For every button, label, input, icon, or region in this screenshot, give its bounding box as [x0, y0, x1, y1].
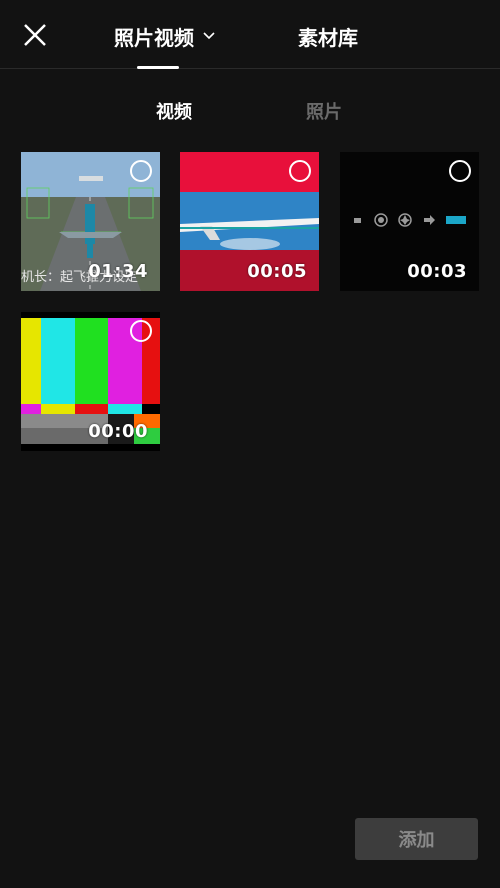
- select-circle[interactable]: [449, 160, 471, 182]
- active-tab-indicator: [137, 66, 179, 69]
- media-tile[interactable]: 00:05: [180, 152, 319, 291]
- select-circle[interactable]: [289, 160, 311, 182]
- media-tile[interactable]: 00:03: [340, 152, 479, 291]
- add-button[interactable]: 添加: [355, 818, 478, 860]
- close-icon: [24, 24, 46, 46]
- media-tile[interactable]: 00:00: [21, 312, 160, 451]
- tab-library[interactable]: 素材库: [298, 20, 358, 52]
- top-bar: 照片视频 素材库: [0, 0, 500, 69]
- tab-library-label: 素材库: [298, 25, 358, 50]
- video-duration: 00:00: [88, 421, 148, 442]
- chevron-down-icon: [203, 32, 215, 40]
- tab-photos-videos-label: 照片视频: [114, 25, 194, 50]
- tab-photos-videos[interactable]: 照片视频: [114, 20, 216, 52]
- video-duration: 01:34: [88, 261, 148, 282]
- select-circle[interactable]: [130, 160, 152, 182]
- video-duration: 00:05: [247, 261, 307, 282]
- subtab-photos[interactable]: 照片: [306, 98, 342, 124]
- subtab-videos[interactable]: 视频: [156, 98, 192, 124]
- media-type-tabs: 视频 照片: [0, 98, 500, 124]
- select-circle[interactable]: [130, 320, 152, 342]
- video-duration: 00:03: [407, 261, 467, 282]
- media-tile[interactable]: 机长：起飞推力设定 01:34: [21, 152, 160, 291]
- close-button[interactable]: [20, 20, 50, 50]
